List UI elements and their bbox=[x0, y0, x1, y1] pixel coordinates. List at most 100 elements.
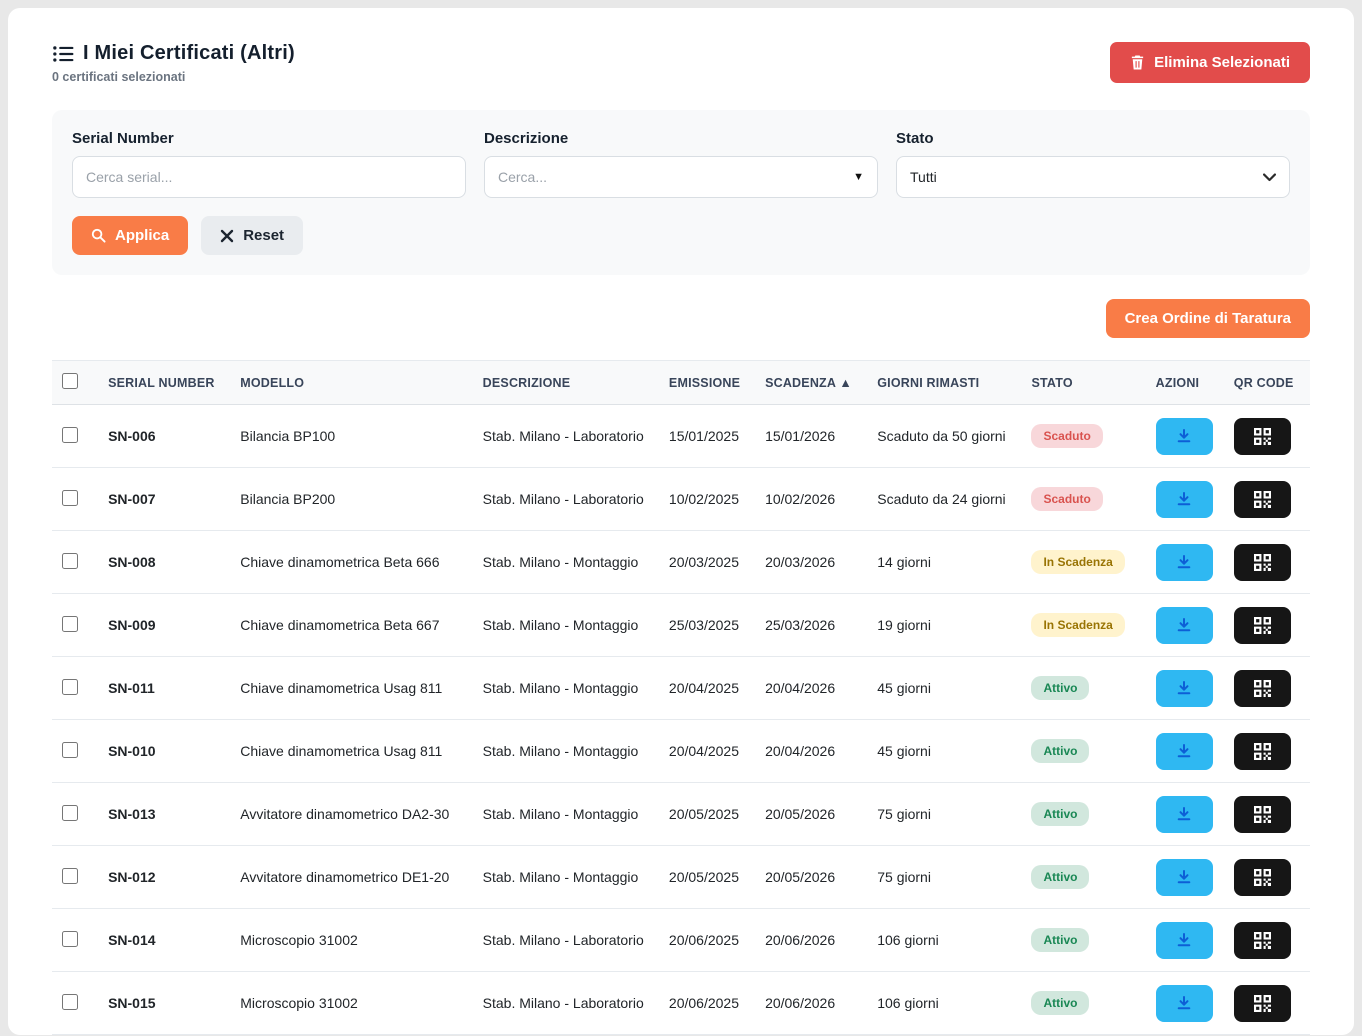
serial-cell: SN-014 bbox=[98, 909, 230, 972]
expiry-date-cell: 20/05/2026 bbox=[755, 783, 867, 846]
table-row: SN-015Microscopio 31002Stab. Milano - La… bbox=[52, 972, 1310, 1035]
download-button[interactable] bbox=[1156, 922, 1213, 959]
days-remaining-cell: 45 giorni bbox=[867, 720, 1021, 783]
download-button[interactable] bbox=[1156, 796, 1213, 833]
row-checkbox[interactable] bbox=[62, 805, 78, 821]
days-remaining-cell: 14 giorni bbox=[867, 531, 1021, 594]
download-icon bbox=[1176, 491, 1192, 507]
caret-down-icon: ▼ bbox=[853, 171, 864, 183]
description-cell: Stab. Milano - Laboratorio bbox=[473, 909, 659, 972]
table-header-row: SERIAL NUMBERMODELLODESCRIZIONEEMISSIONE… bbox=[52, 361, 1310, 405]
serial-cell: SN-011 bbox=[98, 657, 230, 720]
status-filter-field: Stato Tutti bbox=[896, 130, 1290, 198]
column-header[interactable]: GIORNI RIMASTI bbox=[867, 361, 1021, 405]
column-header[interactable]: EMISSIONE bbox=[659, 361, 755, 405]
download-button[interactable] bbox=[1156, 985, 1213, 1022]
table-row: SN-006Bilancia BP100Stab. Milano - Labor… bbox=[52, 405, 1310, 468]
serial-filter-field: Serial Number bbox=[72, 130, 466, 198]
row-checkbox[interactable] bbox=[62, 427, 78, 443]
status-filter-label: Stato bbox=[896, 130, 1290, 147]
column-header[interactable]: AZIONI bbox=[1146, 361, 1224, 405]
column-header[interactable]: QR CODE bbox=[1224, 361, 1310, 405]
download-icon bbox=[1176, 869, 1192, 885]
expiry-date-cell: 25/03/2026 bbox=[755, 594, 867, 657]
row-checkbox[interactable] bbox=[62, 616, 78, 632]
serial-search-input[interactable] bbox=[72, 156, 466, 198]
status-badge: Attivo bbox=[1031, 928, 1089, 952]
create-calibration-order-button[interactable]: Crea Ordine di Taratura bbox=[1106, 299, 1310, 338]
download-button[interactable] bbox=[1156, 544, 1213, 581]
table-row: SN-009Chiave dinamometrica Beta 667Stab.… bbox=[52, 594, 1310, 657]
days-remaining-cell: 45 giorni bbox=[867, 657, 1021, 720]
column-header[interactable]: MODELLO bbox=[230, 361, 472, 405]
qr-code-button[interactable] bbox=[1234, 607, 1291, 644]
download-button[interactable] bbox=[1156, 418, 1213, 455]
qr-code-button[interactable] bbox=[1234, 859, 1291, 896]
table-row: SN-008Chiave dinamometrica Beta 666Stab.… bbox=[52, 531, 1310, 594]
delete-selected-label: Elimina Selezionati bbox=[1154, 54, 1290, 71]
description-cell: Stab. Milano - Laboratorio bbox=[473, 405, 659, 468]
qr-code-icon bbox=[1254, 491, 1271, 508]
column-header[interactable]: SERIAL NUMBER bbox=[98, 361, 230, 405]
emission-date-cell: 15/01/2025 bbox=[659, 405, 755, 468]
model-cell: Chiave dinamometrica Beta 666 bbox=[230, 531, 472, 594]
qr-code-icon bbox=[1254, 743, 1271, 760]
expiry-date-cell: 15/01/2026 bbox=[755, 405, 867, 468]
status-badge: In Scadenza bbox=[1031, 613, 1124, 637]
select-all-checkbox[interactable] bbox=[62, 373, 78, 389]
emission-date-cell: 20/04/2025 bbox=[659, 720, 755, 783]
qr-code-icon bbox=[1254, 428, 1271, 445]
serial-cell: SN-008 bbox=[98, 531, 230, 594]
status-select[interactable]: Tutti bbox=[896, 156, 1290, 198]
row-checkbox[interactable] bbox=[62, 994, 78, 1010]
row-checkbox[interactable] bbox=[62, 490, 78, 506]
qr-code-button[interactable] bbox=[1234, 733, 1291, 770]
row-checkbox[interactable] bbox=[62, 553, 78, 569]
description-dropdown-placeholder: Cerca... bbox=[498, 169, 547, 185]
download-icon bbox=[1176, 554, 1192, 570]
expiry-date-cell: 20/06/2026 bbox=[755, 909, 867, 972]
model-cell: Chiave dinamometrica Usag 811 bbox=[230, 657, 472, 720]
reset-filter-label: Reset bbox=[243, 227, 284, 244]
model-cell: Bilancia BP100 bbox=[230, 405, 472, 468]
model-cell: Microscopio 31002 bbox=[230, 909, 472, 972]
download-button[interactable] bbox=[1156, 733, 1213, 770]
description-dropdown[interactable]: Cerca... ▼ bbox=[484, 156, 878, 198]
expiry-date-cell: 20/04/2026 bbox=[755, 720, 867, 783]
column-header[interactable]: SCADENZA ▲ bbox=[755, 361, 867, 405]
qr-code-button[interactable] bbox=[1234, 922, 1291, 959]
table-toolbar: Crea Ordine di Taratura bbox=[52, 299, 1310, 338]
status-badge: Attivo bbox=[1031, 991, 1089, 1015]
reset-filter-button[interactable]: Reset bbox=[201, 216, 303, 255]
expiry-date-cell: 20/05/2026 bbox=[755, 846, 867, 909]
download-button[interactable] bbox=[1156, 670, 1213, 707]
days-remaining-cell: 75 giorni bbox=[867, 846, 1021, 909]
row-checkbox[interactable] bbox=[62, 742, 78, 758]
model-cell: Bilancia BP200 bbox=[230, 468, 472, 531]
table-row: SN-014Microscopio 31002Stab. Milano - La… bbox=[52, 909, 1310, 972]
qr-code-button[interactable] bbox=[1234, 481, 1291, 518]
status-badge: Scaduto bbox=[1031, 424, 1102, 448]
download-button[interactable] bbox=[1156, 859, 1213, 896]
qr-code-icon bbox=[1254, 932, 1271, 949]
row-checkbox[interactable] bbox=[62, 868, 78, 884]
table-row: SN-013Avvitatore dinamometrico DA2-30Sta… bbox=[52, 783, 1310, 846]
qr-code-button[interactable] bbox=[1234, 985, 1291, 1022]
row-checkbox[interactable] bbox=[62, 679, 78, 695]
delete-selected-button[interactable]: Elimina Selezionati bbox=[1110, 42, 1310, 83]
download-button[interactable] bbox=[1156, 607, 1213, 644]
qr-code-button[interactable] bbox=[1234, 670, 1291, 707]
qr-code-button[interactable] bbox=[1234, 796, 1291, 833]
column-header[interactable]: DESCRIZIONE bbox=[473, 361, 659, 405]
apply-filter-button[interactable]: Applica bbox=[72, 216, 188, 255]
qr-code-button[interactable] bbox=[1234, 418, 1291, 455]
column-header[interactable]: STATO bbox=[1021, 361, 1145, 405]
filters-panel: Serial Number Descrizione Cerca... ▼ Sta… bbox=[52, 110, 1310, 275]
table-row: SN-007Bilancia BP200Stab. Milano - Labor… bbox=[52, 468, 1310, 531]
qr-code-icon bbox=[1254, 680, 1271, 697]
model-cell: Chiave dinamometrica Usag 811 bbox=[230, 720, 472, 783]
qr-code-button[interactable] bbox=[1234, 544, 1291, 581]
status-badge: Attivo bbox=[1031, 865, 1089, 889]
row-checkbox[interactable] bbox=[62, 931, 78, 947]
download-button[interactable] bbox=[1156, 481, 1213, 518]
